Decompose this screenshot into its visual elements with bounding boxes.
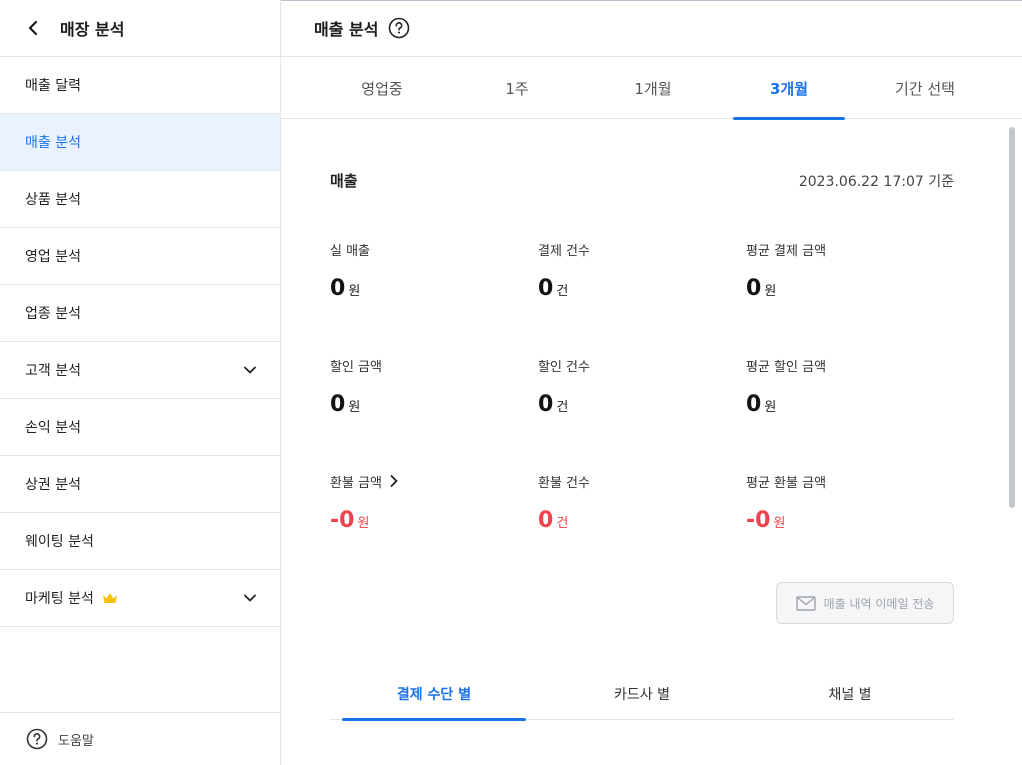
- scrollbar-thumb[interactable]: [1009, 127, 1015, 508]
- sidebar-item-customer-analysis[interactable]: 고객 분석: [0, 342, 280, 399]
- metric-value: 0 원: [330, 276, 510, 301]
- metric-label: 환불 건수: [538, 475, 590, 491]
- tab-custom-period[interactable]: 기간 선택: [869, 57, 981, 119]
- metric-avg-payment: 평균 결제 금액 0 원: [746, 240, 926, 302]
- sidebar-title: 매장 분석: [60, 20, 125, 39]
- chevron-right-icon[interactable]: [390, 475, 398, 487]
- metric-number: 0: [538, 508, 554, 533]
- sidebar-item-label: 매출 달력: [25, 78, 81, 94]
- sidebar-item-label: 마케팅 분석: [25, 591, 94, 607]
- tab-open[interactable]: 영업중: [326, 57, 438, 119]
- sidebar-item-label: 업종 분석: [25, 306, 81, 322]
- metric-label: 평균 환불 금액: [746, 475, 827, 491]
- metric-discount-count: 할인 건수 0 건: [538, 356, 718, 418]
- sidebar-item-trade-area-analysis[interactable]: 상권 분석: [0, 456, 280, 513]
- metric-number: 0: [746, 276, 762, 301]
- help-question-icon[interactable]: [388, 17, 410, 39]
- sidebar-item-profit-analysis[interactable]: 손익 분석: [0, 399, 280, 456]
- main-panel: 매출 분석 영업중 1주 1개월 3개월 기간 선택 매출 2023.06.22…: [281, 0, 1022, 765]
- metric-net-sales: 실 매출 0 원: [330, 240, 510, 302]
- metric-number: -0: [330, 508, 355, 533]
- metric-number: 0: [538, 276, 554, 301]
- help-circle-icon: [26, 728, 48, 750]
- sidebar-item-waiting-analysis[interactable]: 웨이팅 분석: [0, 513, 280, 570]
- sidebar-item-label: 손익 분석: [25, 420, 81, 436]
- sidebar: 매장 분석 매출 달력 매출 분석 상품 분석 영업 분석 업종 분석 고객 분…: [0, 0, 281, 765]
- metric-unit: 건: [556, 400, 569, 415]
- sidebar-item-label: 웨이팅 분석: [25, 534, 94, 550]
- metric-label: 결제 건수: [538, 243, 590, 259]
- sidebar-header: 매장 분석: [0, 0, 280, 57]
- metric-unit: 원: [348, 400, 361, 415]
- metric-value: 0 원: [330, 392, 510, 417]
- back-arrow-icon[interactable]: [24, 18, 44, 38]
- page-title: 매출 분석: [314, 20, 379, 39]
- sidebar-item-business-analysis[interactable]: 영업 분석: [0, 228, 280, 285]
- metric-number: 0: [330, 276, 346, 301]
- timestamp: 2023.06.22 17:07 기준: [798, 173, 954, 190]
- sidebar-item-sales-analysis[interactable]: 매출 분석: [0, 114, 280, 171]
- metric-unit: 건: [556, 284, 569, 299]
- sidebar-item-product-analysis[interactable]: 상품 분석: [0, 171, 280, 228]
- period-tabs: 영업중 1주 1개월 3개월 기간 선택: [281, 57, 1022, 120]
- sidebar-item-industry-analysis[interactable]: 업종 분석: [0, 285, 280, 342]
- metric-value: 0 원: [746, 392, 926, 417]
- metric-unit: 원: [764, 284, 777, 299]
- metric-unit: 원: [773, 516, 786, 531]
- metric-value: 0 건: [538, 392, 718, 417]
- metric-value: 0 건: [538, 508, 718, 533]
- sidebar-item-label-group: 마케팅 분석: [25, 588, 118, 608]
- metric-value: 0 건: [538, 276, 718, 301]
- email-button-label: 매출 내역 이메일 전송: [823, 596, 935, 611]
- sidebar-item-label: 매출 분석: [25, 135, 81, 151]
- metric-label: 평균 할인 금액: [746, 359, 827, 375]
- sidebar-item-sales-calendar[interactable]: 매출 달력: [0, 57, 280, 114]
- metric-value: -0 원: [746, 508, 926, 533]
- tab-3-months[interactable]: 3개월: [733, 57, 845, 120]
- metric-avg-refund: 평균 환불 금액 -0 원: [746, 472, 926, 534]
- metric-unit: 원: [357, 516, 370, 531]
- metric-label: 실 매출: [330, 243, 371, 259]
- metric-discount-amount: 할인 금액 0 원: [330, 356, 510, 418]
- metric-unit: 건: [556, 516, 569, 531]
- metric-label-row[interactable]: 환불 금액: [330, 472, 510, 491]
- sales-section-header: 매출 2023.06.22 17:07 기준: [330, 170, 954, 191]
- metric-refund-count: 환불 건수 0 건: [538, 472, 718, 534]
- tab-1-week[interactable]: 1주: [461, 57, 573, 119]
- chevron-down-icon: [244, 594, 256, 602]
- metric-unit: 원: [348, 284, 361, 299]
- sidebar-item-label: 고객 분석: [25, 363, 81, 379]
- metric-number: 0: [330, 392, 346, 417]
- metric-number: -0: [746, 508, 771, 533]
- metric-number: 0: [538, 392, 554, 417]
- tab-by-card-company[interactable]: 카드사 별: [550, 668, 734, 720]
- metric-avg-discount: 평균 할인 금액 0 원: [746, 356, 926, 418]
- metric-label: 할인 건수: [538, 359, 590, 375]
- main-header: 매출 분석: [281, 0, 1022, 57]
- sidebar-item-label: 상권 분석: [25, 477, 81, 493]
- sidebar-item-marketing-analysis[interactable]: 마케팅 분석: [0, 570, 280, 627]
- metric-number: 0: [746, 392, 762, 417]
- help-link[interactable]: 도움말: [0, 712, 280, 765]
- email-sales-button[interactable]: 매출 내역 이메일 전송: [776, 582, 954, 624]
- metric-refund-amount: 환불 금액 -0 원: [330, 472, 510, 533]
- tab-1-month[interactable]: 1개월: [597, 57, 709, 119]
- sidebar-item-label: 영업 분석: [25, 249, 81, 265]
- mail-icon: [795, 595, 816, 611]
- tab-by-payment-method[interactable]: 결제 수단 별: [342, 668, 526, 721]
- metric-unit: 원: [764, 400, 777, 415]
- metric-label: 할인 금액: [330, 359, 382, 375]
- metric-label: 평균 결제 금액: [746, 243, 827, 259]
- metric-label: 환불 금액: [330, 475, 382, 491]
- help-label: 도움말: [58, 733, 94, 749]
- metric-payment-count: 결제 건수 0 건: [538, 240, 718, 302]
- tab-by-channel[interactable]: 채널 별: [758, 668, 942, 720]
- metric-value: -0 원: [330, 508, 510, 533]
- breakdown-tabs: 결제 수단 별 카드사 별 채널 별: [330, 668, 954, 721]
- section-title: 매출: [330, 172, 358, 190]
- metric-value: 0 원: [746, 276, 926, 301]
- chevron-down-icon: [244, 366, 256, 374]
- crown-icon: [102, 592, 118, 604]
- sidebar-item-label: 상품 분석: [25, 192, 81, 208]
